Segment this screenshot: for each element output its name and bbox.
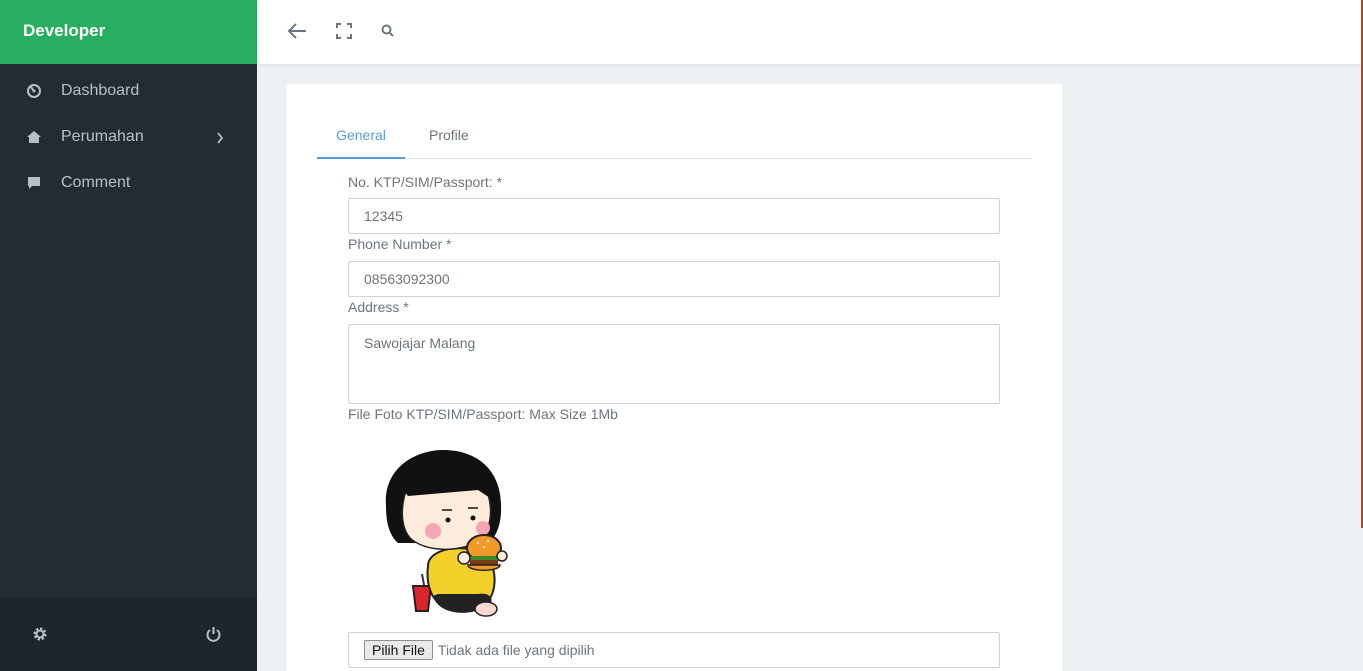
phone-input[interactable]: 08563092300 (348, 261, 1000, 297)
sidebar-item-label: Comment (61, 174, 131, 191)
chevron-right-icon (216, 131, 224, 149)
home-icon (27, 130, 41, 144)
sidebar-item-label: Dashboard (61, 82, 140, 99)
sidebar-item-label: Perumahan (61, 128, 144, 145)
tab-general[interactable]: General (317, 112, 405, 159)
comment-icon (27, 176, 41, 190)
sidebar-footer (0, 598, 257, 671)
address-textarea[interactable]: Sawojajar Malang (348, 324, 1000, 404)
address-label: Address * (348, 299, 409, 315)
file-label: File Foto KTP/SIM/Passport: Max Size 1Mb (348, 406, 618, 422)
profile-card: General Profile No. KTP/SIM/Passport: * … (287, 84, 1062, 671)
tab-bar: General Profile (317, 112, 1032, 159)
back-arrow-icon[interactable] (286, 20, 308, 47)
sidebar-item-comment[interactable]: Comment (0, 160, 257, 206)
fullscreen-icon[interactable] (336, 23, 352, 44)
search-icon[interactable] (381, 24, 394, 42)
phone-label: Phone Number * (348, 236, 452, 252)
gear-icon[interactable] (32, 626, 48, 647)
dashboard-icon (27, 84, 41, 98)
sidebar-item-dashboard[interactable]: Dashboard (0, 68, 257, 114)
file-upload-field[interactable]: Pilih File Tidak ada file yang dipilih (348, 632, 1000, 668)
general-form: No. KTP/SIM/Passport: * 12345 Phone Numb… (348, 174, 1000, 668)
ktp-input[interactable]: 12345 (348, 198, 1000, 234)
choose-file-button[interactable]: Pilih File (364, 640, 433, 660)
sidebar-nav: Dashboard Perumahan Comment (0, 64, 257, 206)
sidebar: Developer Dashboard Perumahan Comment (0, 0, 257, 671)
brand-logo[interactable]: Developer (0, 0, 257, 64)
sidebar-item-perumahan[interactable]: Perumahan (0, 114, 257, 160)
top-bar (257, 0, 1361, 64)
tab-profile[interactable]: Profile (429, 112, 469, 159)
power-icon[interactable] (205, 626, 222, 648)
ktp-label: No. KTP/SIM/Passport: * (348, 174, 503, 190)
ktp-photo-preview (378, 446, 548, 626)
file-status-text: Tidak ada file yang dipilih (437, 642, 595, 658)
